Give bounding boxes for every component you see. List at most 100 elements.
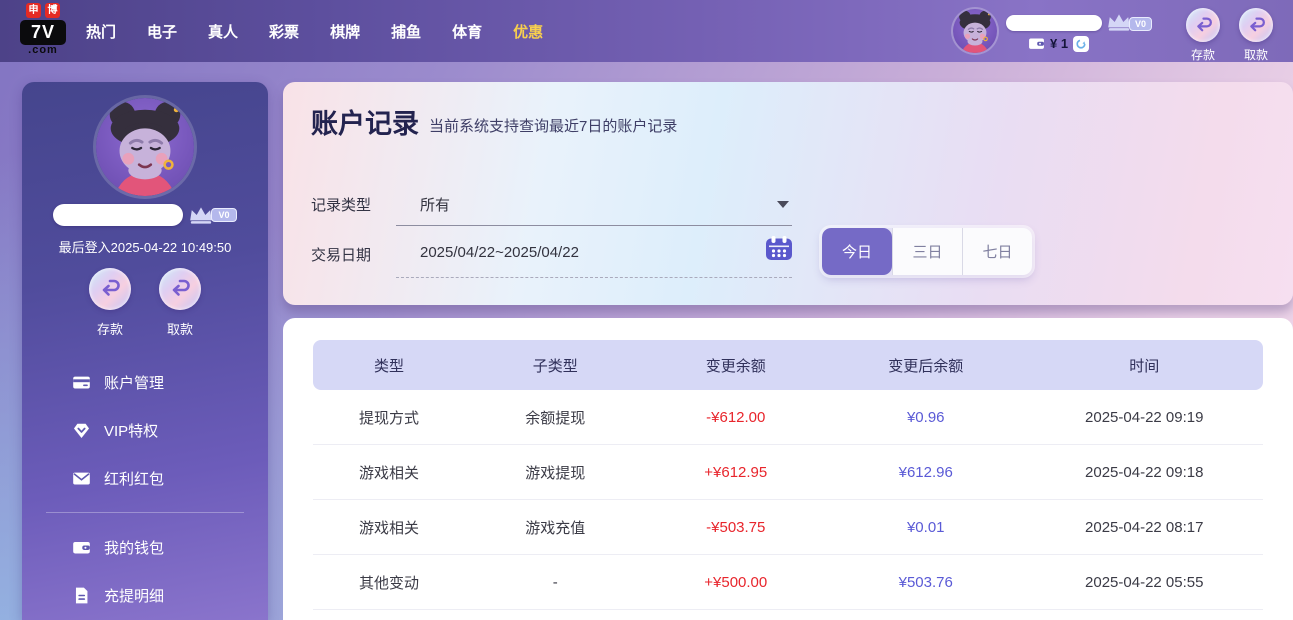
top-nav-bar: 申 博 7V .com 热门 电子 真人 彩票 棋牌 捕鱼 体育 优惠 V0 ¥… bbox=[0, 0, 1293, 62]
range-button-today[interactable]: 今日 bbox=[822, 228, 892, 275]
date-range-label: 交易日期 bbox=[311, 244, 371, 265]
cell-change-amount: +¥500.00 bbox=[646, 574, 827, 591]
date-range-input[interactable]: 2025/04/22~2025/04/22 bbox=[420, 244, 579, 261]
cell-subtype: 游戏提现 bbox=[465, 462, 646, 483]
withdraw-button[interactable]: 取款 bbox=[159, 268, 201, 338]
cell-after-balance: ¥612.96 bbox=[826, 464, 1026, 481]
nav-item-lottery[interactable]: 彩票 bbox=[269, 21, 299, 42]
sidebar-item-vip-privileges[interactable]: VIP特权 bbox=[22, 406, 268, 454]
calendar-icon[interactable] bbox=[765, 235, 793, 261]
record-type-select[interactable]: 所有 bbox=[420, 194, 450, 215]
menu-label: 账户管理 bbox=[104, 372, 164, 393]
nav-item-hot[interactable]: 热门 bbox=[86, 21, 116, 42]
wallet-icon bbox=[72, 538, 91, 557]
cell-change-amount: -¥503.75 bbox=[646, 519, 827, 536]
account-records-panel: 账户记录 当前系统支持查询最近7日的账户记录 记录类型 所有 交易日期 2025… bbox=[283, 82, 1293, 305]
red-envelope-icon bbox=[72, 469, 91, 488]
cell-after-balance: ¥0.96 bbox=[826, 409, 1026, 426]
menu-label: VIP特权 bbox=[104, 420, 158, 441]
deposit-icon bbox=[1186, 8, 1220, 42]
logo-text: 7V bbox=[20, 20, 66, 45]
nav-item-promotions[interactable]: 优惠 bbox=[513, 21, 543, 42]
sidebar-item-account-management[interactable]: 账户管理 bbox=[22, 358, 268, 406]
table-row: 提现方式 余额提现 -¥612.00 ¥0.96 2025-04-22 09:1… bbox=[313, 390, 1263, 445]
range-button-3days[interactable]: 三日 bbox=[892, 228, 962, 275]
nav-item-fishing[interactable]: 捕鱼 bbox=[391, 21, 421, 42]
last-login-text: 最后登入2025-04-22 10:49:50 bbox=[22, 237, 268, 256]
main-nav: 热门 电子 真人 彩票 棋牌 捕鱼 体育 优惠 bbox=[86, 0, 543, 62]
column-header-time: 时间 bbox=[1026, 355, 1264, 376]
avatar[interactable] bbox=[96, 98, 194, 196]
deposit-label: 存款 bbox=[89, 319, 131, 338]
cell-time: 2025-04-22 08:17 bbox=[1026, 519, 1264, 536]
deposit-button[interactable]: 存款 bbox=[89, 268, 131, 338]
withdraw-icon bbox=[159, 268, 201, 310]
menu-label: 我的钱包 bbox=[104, 537, 164, 558]
username-redacted[interactable] bbox=[1006, 15, 1102, 31]
avatar[interactable] bbox=[953, 9, 997, 53]
withdraw-button[interactable]: 取款 bbox=[1236, 8, 1276, 63]
sidebar-item-deposit-withdraw-details[interactable]: 充提明细 bbox=[22, 571, 268, 619]
cell-type: 游戏相关 bbox=[313, 517, 465, 538]
chevron-down-icon[interactable] bbox=[777, 201, 789, 208]
table-row: 其他变动 - +¥500.00 ¥503.76 2025-04-22 05:55 bbox=[313, 555, 1263, 610]
cell-change-amount: -¥612.00 bbox=[646, 409, 827, 426]
logo-badge-1: 申 bbox=[26, 3, 41, 18]
user-row: V0 bbox=[22, 204, 268, 226]
sidebar: V0 最后登入2025-04-22 10:49:50 存款 取款 账户管理 VI… bbox=[22, 82, 268, 620]
page-subtitle: 当前系统支持查询最近7日的账户记录 bbox=[429, 115, 677, 141]
sidebar-item-my-wallet[interactable]: 我的钱包 bbox=[22, 523, 268, 571]
date-range-underline bbox=[396, 277, 792, 278]
column-header-type: 类型 bbox=[313, 355, 465, 376]
vip-level-badge: V0 bbox=[211, 208, 236, 222]
balance-amount: ¥ 1 bbox=[1050, 36, 1068, 51]
column-header-after-balance: 变更后余额 bbox=[826, 355, 1026, 376]
username-redacted bbox=[53, 204, 183, 226]
logo-badges: 申 博 bbox=[16, 3, 70, 18]
cell-subtype: 游戏充值 bbox=[465, 517, 646, 538]
cell-subtype: 余额提现 bbox=[465, 407, 646, 428]
panel-title-row: 账户记录 当前系统支持查询最近7日的账户记录 bbox=[311, 102, 677, 141]
vip-level-badge: V0 bbox=[1129, 17, 1152, 31]
nav-item-sports[interactable]: 体育 bbox=[452, 21, 482, 42]
cell-after-balance: ¥0.01 bbox=[826, 519, 1026, 536]
record-type-underline bbox=[396, 225, 792, 226]
refresh-balance-icon[interactable] bbox=[1073, 36, 1089, 52]
table-row: 游戏相关 游戏充值 -¥503.75 ¥0.01 2025-04-22 08:1… bbox=[313, 500, 1263, 555]
menu-divider bbox=[46, 512, 244, 513]
bank-card-icon bbox=[72, 373, 91, 392]
cell-after-balance: ¥503.76 bbox=[826, 574, 1026, 591]
sidebar-menu: 账户管理 VIP特权 红利红包 我的钱包 充提明细 bbox=[22, 358, 268, 619]
range-button-7days[interactable]: 七日 bbox=[962, 228, 1032, 275]
cell-time: 2025-04-22 09:18 bbox=[1026, 464, 1264, 481]
deposit-icon bbox=[89, 268, 131, 310]
cell-subtype: - bbox=[465, 574, 646, 591]
document-icon bbox=[72, 586, 91, 605]
site-logo[interactable]: 申 博 7V .com bbox=[16, 3, 70, 56]
records-table-panel: 类型 子类型 变更余额 变更后余额 时间 提现方式 余额提现 -¥612.00 … bbox=[283, 318, 1293, 620]
wallet-icon bbox=[1028, 35, 1045, 52]
page-title: 账户记录 bbox=[311, 102, 419, 141]
vip-gem-icon bbox=[72, 421, 91, 440]
date-range-quick-buttons: 今日 三日 七日 bbox=[822, 228, 1032, 275]
deposit-button[interactable]: 存款 bbox=[1183, 8, 1223, 63]
nav-item-chess[interactable]: 棋牌 bbox=[330, 21, 360, 42]
nav-item-live[interactable]: 真人 bbox=[208, 21, 238, 42]
cell-type: 提现方式 bbox=[313, 407, 465, 428]
menu-label: 充提明细 bbox=[104, 585, 164, 606]
deposit-label: 存款 bbox=[1183, 46, 1223, 63]
logo-suffix: .com bbox=[16, 44, 70, 56]
column-header-change: 变更余额 bbox=[646, 355, 827, 376]
sidebar-actions: 存款 取款 bbox=[22, 268, 268, 338]
menu-label: 红利红包 bbox=[104, 468, 164, 489]
column-header-subtype: 子类型 bbox=[465, 355, 646, 376]
withdraw-label: 取款 bbox=[1236, 46, 1276, 63]
withdraw-icon bbox=[1239, 8, 1273, 42]
nav-item-slots[interactable]: 电子 bbox=[147, 21, 177, 42]
table-row: 游戏相关 游戏提现 +¥612.95 ¥612.96 2025-04-22 09… bbox=[313, 445, 1263, 500]
sidebar-item-bonus-redpacket[interactable]: 红利红包 bbox=[22, 454, 268, 502]
balance-row: ¥ 1 bbox=[1028, 35, 1089, 52]
table-header-row: 类型 子类型 变更余额 变更后余额 时间 bbox=[313, 340, 1263, 390]
record-type-label: 记录类型 bbox=[311, 194, 371, 215]
cell-type: 游戏相关 bbox=[313, 462, 465, 483]
